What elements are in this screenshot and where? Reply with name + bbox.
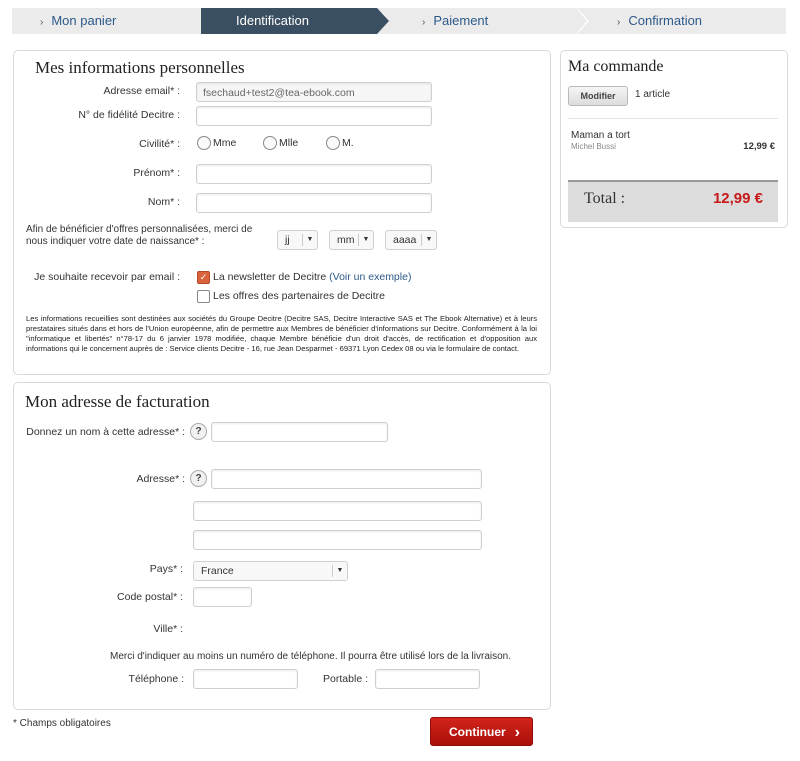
total-label: Total : [584,190,626,207]
loyalty-label: N° de fidélité Decitre : [78,109,180,121]
order-title: Ma commande [568,58,664,75]
required-note: * Champs obligatoires [13,718,111,729]
modify-button[interactable]: Modifier [568,86,628,106]
chevron-right-icon: › [514,724,520,741]
checkout-steps: › Mon panier Identification › Paiement › Co… [12,8,786,34]
step-identification: Identification [236,8,309,34]
birth-year-select[interactable]: aaaa ▼ [385,230,437,250]
step-confirmation: › Confirmation [617,8,702,34]
radio-mlle[interactable] [263,136,277,150]
step-cart[interactable]: › Mon panier [40,8,116,34]
newsletter-checkbox[interactable]: ✓ [197,271,210,284]
mobile-label: Portable : [323,673,368,685]
address-label: Adresse* : [136,473,185,485]
step-separator-inner [576,8,587,34]
country-value: France [201,565,234,577]
lastname-label: Nom* : [147,196,180,208]
dropdown-arrow-icon: ▼ [358,234,373,246]
radio-m-label: M. [342,137,354,149]
civility-label: Civilité* : [139,138,180,150]
lastname-field[interactable] [196,193,432,213]
mobile-field[interactable] [375,669,480,689]
radio-mme-label: Mme [213,137,237,149]
step-label: Paiement [433,13,489,28]
firstname-label: Prénom* : [133,167,180,179]
item-title[interactable]: Maman a tort [571,130,630,141]
newsletter-example-link[interactable]: (Voir un exemple) [329,271,411,283]
help-icon[interactable]: ? [190,470,207,487]
newsletter-option: La newsletter de Decitre (Voir un exempl… [213,271,411,283]
address-name-field[interactable] [211,422,388,442]
dropdown-arrow-icon: ▼ [332,565,347,577]
article-count: 1 article [635,89,671,100]
partners-checkbox[interactable] [197,290,210,303]
newsletter-label: Je souhaite recevoir par email : [34,271,180,283]
postal-label: Code postal* : [117,591,183,603]
help-icon[interactable]: ? [190,423,207,440]
total-value: 12,99 € [712,190,763,207]
address-line3-field[interactable] [193,530,482,550]
item-price: 12,99 € [743,141,775,152]
step-label: Mon panier [51,13,117,28]
birth-month-value: mm [337,234,355,246]
phone-field[interactable] [193,669,298,689]
continue-button[interactable]: Continuer › [430,717,533,746]
legal-notice: Les informations recueillies sont destin… [26,314,537,353]
birth-year-value: aaaa [393,234,417,246]
loyalty-field[interactable] [196,106,432,126]
item-author: Michel Bussi [571,142,616,151]
continue-label: Continuer [449,725,506,739]
email-field[interactable]: fsechaud+test2@tea-ebook.com [196,82,432,102]
email-label: Adresse email* : [103,85,180,97]
birthdate-label: Afin de bénéficier d'offres personnalisé… [26,224,253,247]
step-payment: › Paiement [422,8,488,34]
postal-field[interactable] [193,587,252,607]
chevron-right-icon: › [617,17,621,28]
address-name-label: Donnez un nom à cette adresse* : [26,426,185,438]
step-label: Confirmation [628,13,703,28]
dropdown-arrow-icon: ▼ [302,234,317,246]
address-line1-field[interactable] [211,469,482,489]
radio-m[interactable] [326,136,340,150]
divider [568,118,778,119]
radio-mlle-label: Mlle [279,137,299,149]
check-icon: ✓ [199,272,208,282]
partners-option-label: Les offres des partenaires de Decitre [213,290,385,302]
billing-title: Mon adresse de facturation [25,392,210,411]
birth-day-select[interactable]: jj ▼ [277,230,318,250]
newsletter-option-label: La newsletter de Decitre [213,271,327,283]
country-label: Pays* : [149,563,183,575]
birth-day-value: jj [285,234,290,246]
phone-label: Téléphone : [128,673,184,685]
dropdown-arrow-icon: ▼ [421,234,436,246]
birth-month-select[interactable]: mm ▼ [329,230,374,250]
radio-mme[interactable] [197,136,211,150]
country-select[interactable]: France ▼ [193,561,348,581]
firstname-field[interactable] [196,164,432,184]
address-line2-field[interactable] [193,501,482,521]
city-label: Ville* : [153,623,183,635]
personal-info-title: Mes informations personnelles [35,58,245,77]
chevron-right-icon: › [422,17,426,28]
phone-note: Merci d'indiquer au moins un numéro de t… [110,651,512,662]
chevron-right-icon: › [40,17,44,28]
step-label: Identification [236,13,309,28]
